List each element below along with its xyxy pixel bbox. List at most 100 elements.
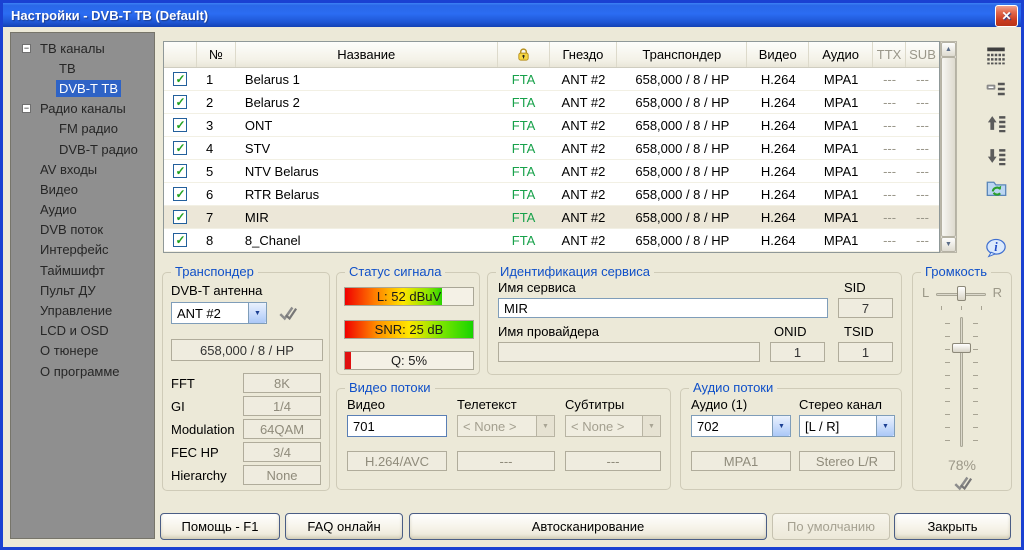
param-row: GI 1/4 [171, 396, 321, 416]
channel-sub: --- [906, 137, 939, 159]
channel-transponder: 658,000 / 8 / HP [617, 91, 747, 113]
channel-socket: ANT #2 [550, 91, 618, 113]
sidebar-item[interactable]: − DVB поток [11, 220, 154, 240]
header-ttx[interactable]: TTX [873, 42, 906, 67]
channel-row[interactable]: ✓ 5 NTV Belarus FTA ANT #2 658,000 / 8 /… [164, 160, 939, 183]
lock-icon[interactable] [498, 42, 550, 67]
sidebar-item[interactable]: − Пульт ДУ [11, 280, 154, 300]
header-audio[interactable]: Аудио [809, 42, 873, 67]
sidebar-item[interactable]: − Таймшифт [11, 260, 154, 280]
channel-row[interactable]: ✓ 8 8_Chanel FTA ANT #2 658,000 / 8 / HP… [164, 229, 939, 252]
balance-slider-thumb[interactable] [957, 286, 966, 301]
channel-table: № Название Гнездо Транспондер Видео Ауди… [163, 41, 940, 253]
channel-name: Belarus 1 [236, 68, 498, 90]
scroll-up-icon[interactable]: ▲ [941, 42, 956, 57]
chevron-down-icon: ▼ [536, 416, 554, 436]
channel-row[interactable]: ✓ 2 Belarus 2 FTA ANT #2 658,000 / 8 / H… [164, 91, 939, 114]
scroll-down-icon[interactable]: ▼ [941, 237, 956, 252]
channel-checkbox[interactable]: ✓ [173, 210, 187, 224]
move-down-icon[interactable] [984, 144, 1008, 168]
sidebar-item[interactable]: − О тюнере [11, 341, 154, 361]
volume-slider[interactable] [960, 317, 963, 447]
help-button[interactable]: Помощь - F1 [160, 513, 280, 540]
sidebar-item-label: Аудио [37, 201, 80, 218]
faq-button[interactable]: FAQ онлайн [285, 513, 403, 540]
header-video[interactable]: Видео [747, 42, 809, 67]
channel-row[interactable]: ✓ 6 RTR Belarus FTA ANT #2 658,000 / 8 /… [164, 183, 939, 206]
chevron-down-icon[interactable]: ▼ [248, 303, 266, 323]
channel-checkbox[interactable]: ✓ [173, 233, 187, 247]
channel-checkbox[interactable]: ✓ [173, 72, 187, 86]
sidebar-item-label: ТВ [56, 60, 79, 77]
channel-row[interactable]: ✓ 4 STV FTA ANT #2 658,000 / 8 / HP H.26… [164, 137, 939, 160]
video-group-title: Видео потоки [345, 380, 435, 395]
header-transponder[interactable]: Транспондер [617, 42, 747, 67]
channel-grid-icon[interactable] [984, 43, 1008, 67]
chevron-down-icon[interactable]: ▼ [772, 416, 790, 436]
chevron-down-icon[interactable]: ▼ [876, 416, 894, 436]
audio-pid-select[interactable]: 702 ▼ [691, 415, 791, 437]
move-up-icon[interactable] [984, 111, 1008, 135]
sidebar-item[interactable]: − Интерфейс [11, 240, 154, 260]
info-bubble-icon[interactable]: i [984, 236, 1008, 260]
header-sub[interactable]: SUB [906, 42, 939, 67]
channel-video-codec: H.264 [747, 137, 809, 159]
sidebar-item[interactable]: − Аудио [11, 200, 154, 220]
channel-row[interactable]: ✓ 3 ONT FTA ANT #2 658,000 / 8 / HP H.26… [164, 114, 939, 137]
rescan-folder-icon[interactable] [984, 175, 1008, 199]
teletext-select: < None > ▼ [457, 415, 555, 437]
close-button[interactable]: Закрыть [894, 513, 1011, 540]
antenna-select[interactable]: ANT #2 ▼ [171, 302, 267, 324]
channel-transponder: 658,000 / 8 / HP [617, 114, 747, 136]
sidebar-item[interactable]: − ТВ [11, 58, 154, 78]
channel-number: 6 [197, 183, 236, 205]
sidebar-item[interactable]: − Управление [11, 300, 154, 320]
video-pid-input[interactable]: 701 [347, 415, 447, 437]
scrollbar-thumb[interactable] [941, 57, 956, 237]
close-icon[interactable]: ✕ [995, 5, 1018, 27]
channel-checkbox[interactable]: ✓ [173, 95, 187, 109]
sidebar-item[interactable]: − Видео [11, 179, 154, 199]
sidebar-item-label: AV входы [37, 161, 100, 178]
settings-window: Настройки - DVB-T ТВ (Default) ✕ − ТВ ка… [0, 0, 1024, 550]
tree-expander-icon[interactable]: − [22, 104, 31, 113]
stereo-select[interactable]: [L / R] ▼ [799, 415, 895, 437]
sidebar-item[interactable]: − ТВ каналы [11, 38, 154, 58]
sidebar-item[interactable]: − О программе [11, 361, 154, 381]
channel-checkbox[interactable]: ✓ [173, 164, 187, 178]
volume-apply-icon[interactable] [951, 471, 975, 495]
transponder-group: Транспондер DVB-T антенна ANT #2 ▼ 658,0… [162, 272, 330, 491]
channel-checkbox[interactable]: ✓ [173, 187, 187, 201]
channel-transponder: 658,000 / 8 / HP [617, 137, 747, 159]
channel-number: 5 [197, 160, 236, 182]
channel-checkbox[interactable]: ✓ [173, 118, 187, 132]
channel-ttx: --- [873, 160, 906, 182]
channel-audio-codec: MPA1 [809, 160, 873, 182]
header-socket[interactable]: Гнездо [550, 42, 618, 67]
video-streams-group: Видео потоки Видео Телетекст Субтитры 70… [336, 388, 671, 490]
sidebar-item-label: О тюнере [37, 342, 101, 359]
header-name[interactable]: Название [236, 42, 498, 67]
channel-name: ONT [236, 114, 498, 136]
volume-slider-thumb[interactable] [952, 343, 971, 353]
tree-expander-icon[interactable]: − [22, 44, 31, 53]
header-check-column[interactable] [164, 42, 197, 67]
channel-sub: --- [906, 206, 939, 228]
sidebar-item[interactable]: − FM радио [11, 119, 154, 139]
channel-row[interactable]: ✓ 1 Belarus 1 FTA ANT #2 658,000 / 8 / H… [164, 68, 939, 91]
sidebar-item[interactable]: − DVB-T радио [11, 139, 154, 159]
apply-check-icon[interactable] [276, 301, 300, 325]
teletext-label: Телетекст [457, 397, 517, 412]
autoscan-button[interactable]: Автосканирование [409, 513, 767, 540]
service-name-input[interactable]: MIR [498, 298, 828, 318]
header-number[interactable]: № [197, 42, 236, 67]
sidebar-item-label: LCD и OSD [37, 322, 112, 339]
sidebar-item[interactable]: − Радио каналы [11, 99, 154, 119]
table-scrollbar[interactable]: ▲ ▼ [940, 41, 957, 253]
channel-checkbox[interactable]: ✓ [173, 141, 187, 155]
sidebar-item[interactable]: − DVB-T ТВ [11, 78, 154, 98]
sidebar-item[interactable]: − LCD и OSD [11, 321, 154, 341]
sidebar-item[interactable]: − AV входы [11, 159, 154, 179]
channel-row[interactable]: ✓ 7 MIR FTA ANT #2 658,000 / 8 / HP H.26… [164, 206, 939, 229]
renumber-icon[interactable] [984, 77, 1008, 101]
